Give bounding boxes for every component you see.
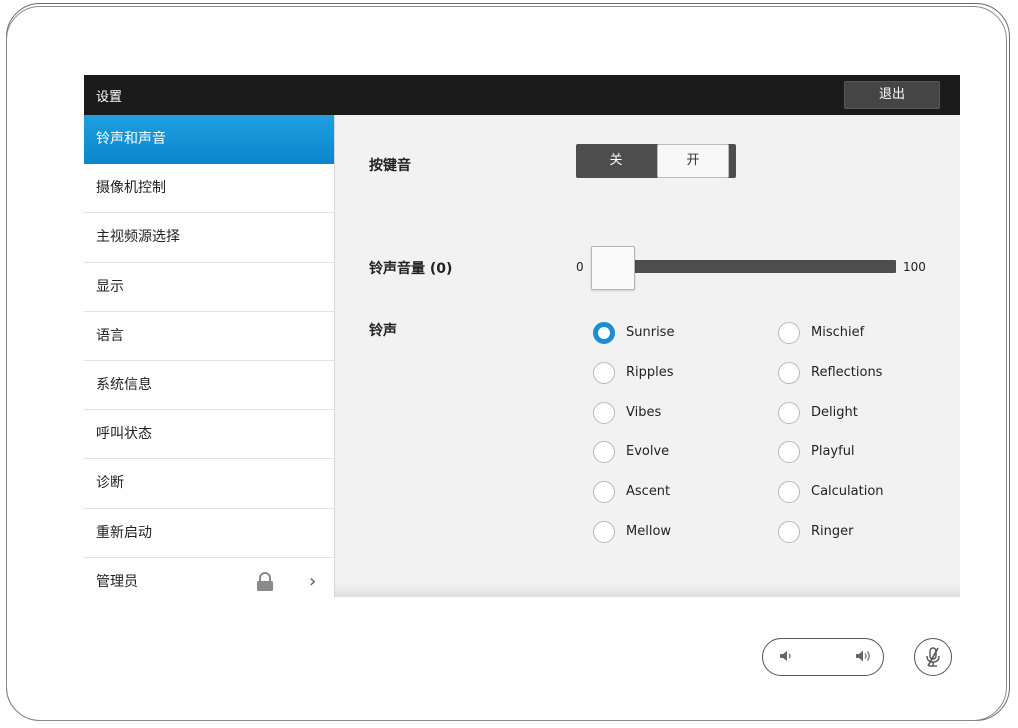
radio-label: Ascent — [626, 484, 671, 499]
radio-button[interactable] — [778, 481, 800, 503]
radio-label: Mischief — [811, 325, 865, 340]
radio-button[interactable] — [778, 441, 800, 463]
radio-button[interactable] — [593, 521, 615, 543]
sidebar-item-main-source[interactable]: 主视频源选择 — [84, 213, 334, 263]
sidebar-item-label: 系统信息 — [96, 376, 152, 393]
radio-label: Vibes — [626, 405, 662, 420]
page-title: 设置 — [96, 90, 123, 105]
sidebar-item-display[interactable]: 显示 — [84, 263, 334, 312]
mic-muted-icon — [926, 647, 940, 667]
radio-label: Sunrise — [626, 325, 675, 340]
slider-max-value: 100 — [903, 260, 926, 274]
radio-button[interactable] — [778, 402, 800, 424]
sidebar-item-language[interactable]: 语言 — [84, 312, 334, 361]
radio-button[interactable] — [778, 362, 800, 384]
key-tone-toggle[interactable]: 关 开 — [576, 144, 736, 178]
volume-down-icon[interactable] — [779, 649, 793, 663]
ringtone-volume-label: 铃声音量 (0) — [369, 261, 453, 277]
sidebar-item-diagnostics[interactable]: 诊断 — [84, 459, 334, 509]
sidebar-item-label: 铃声和声音 — [96, 131, 166, 147]
radio-label: Reflections — [811, 365, 883, 380]
mute-button[interactable] — [914, 638, 952, 676]
exit-button[interactable]: 退出 — [844, 81, 940, 109]
key-tone-label: 按键音 — [369, 158, 411, 174]
lock-icon — [257, 571, 273, 591]
radio-button[interactable] — [593, 481, 615, 503]
radio-label: Ripples — [626, 365, 674, 380]
radio-label: Mellow — [626, 524, 672, 539]
volume-slider-track[interactable] — [594, 260, 896, 273]
radio-label: Playful — [811, 444, 855, 459]
sidebar-item-label: 摄像机控制 — [96, 180, 166, 197]
sidebar-item-label: 管理员 — [96, 573, 138, 590]
radio-button[interactable] — [778, 322, 800, 344]
radio-label: Delight — [811, 405, 858, 420]
radio-button[interactable] — [593, 402, 615, 424]
volume-up-icon[interactable] — [855, 648, 873, 664]
sidebar-item-camera-control[interactable]: 摄像机控制 — [84, 164, 334, 214]
sidebar-item-label: 主视频源选择 — [96, 229, 180, 246]
chevron-right-icon: › — [309, 570, 317, 592]
radio-button[interactable] — [593, 441, 615, 463]
ringtone-label: 铃声 — [369, 323, 397, 339]
sidebar-item-restart[interactable]: 重新启动 — [84, 509, 334, 558]
sidebar-item-administrator[interactable]: 管理员 › — [84, 558, 334, 597]
sidebar-item-label: 语言 — [96, 327, 124, 344]
volume-control — [762, 638, 884, 676]
ringtones-sounds-panel: 按键音 关 开 铃声音量 (0) 0 100 铃声 Sunrise Mischi… — [335, 115, 960, 597]
sidebar-item-call-status[interactable]: 呼叫状态 — [84, 410, 334, 460]
toggle-off-option[interactable]: 关 — [576, 144, 656, 178]
sidebar-item-label: 显示 — [96, 278, 124, 295]
volume-slider-thumb[interactable] — [591, 246, 635, 290]
slider-min-value: 0 — [576, 260, 584, 274]
sidebar-item-system-info[interactable]: 系统信息 — [84, 361, 334, 411]
top-bar: 设置 退出 — [84, 75, 960, 115]
sidebar-item-label: 呼叫状态 — [96, 426, 152, 443]
radio-label: Evolve — [626, 444, 670, 459]
radio-button[interactable] — [778, 521, 800, 543]
radio-button[interactable] — [593, 362, 615, 384]
sidebar: 铃声和声音 摄像机控制 主视频源选择 显示 语言 系统信息 呼叫状态 诊断 重新… — [84, 115, 335, 597]
sidebar-item-ringtones-sounds[interactable]: 铃声和声音 — [84, 115, 334, 165]
radio-label: Calculation — [811, 484, 884, 499]
sidebar-item-label: 诊断 — [96, 475, 124, 492]
radio-label: Ringer — [811, 524, 854, 539]
settings-screen: 设置 退出 铃声和声音 摄像机控制 主视频源选择 显示 语言 系统信息 呼叫状态… — [84, 75, 960, 597]
toggle-on-option[interactable]: 开 — [657, 144, 729, 178]
sidebar-item-label: 重新启动 — [96, 524, 152, 541]
radio-button-selected[interactable] — [593, 322, 615, 344]
